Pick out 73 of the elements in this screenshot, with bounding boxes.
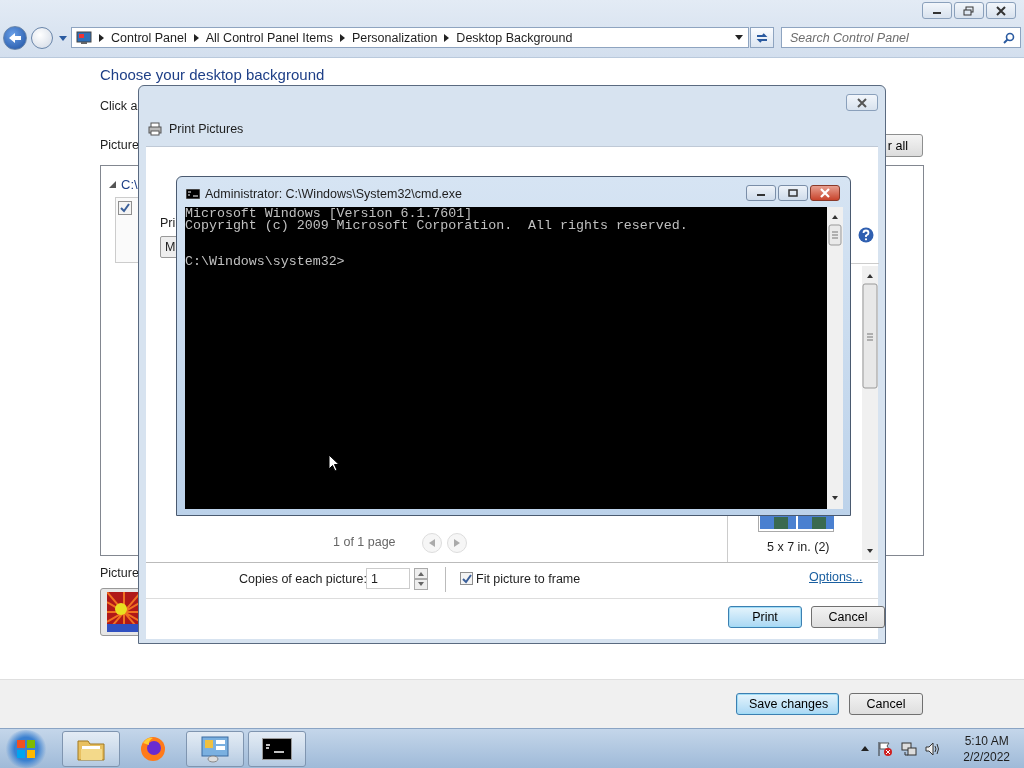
breadcrumb-item[interactable]: Control Panel bbox=[111, 30, 187, 45]
scroll-bar[interactable] bbox=[862, 266, 878, 560]
cancel-button[interactable]: Cancel bbox=[849, 693, 923, 715]
console-output[interactable]: Microsoft Windows [Version 6.1.7601] Copyright (c) 2009 Microsoft Corporation. All rights reserved. C:\Windows\system32> bbox=[185, 207, 827, 509]
folder-taskbar-button[interactable] bbox=[62, 730, 120, 767]
printer-label: Pri bbox=[160, 216, 176, 230]
cancel-button[interactable]: Cancel bbox=[811, 606, 885, 628]
console-title: Administrator: C:\Windows\System32\cmd.exe bbox=[205, 187, 463, 201]
minimize-button[interactable] bbox=[746, 185, 776, 201]
network-icon[interactable] bbox=[901, 740, 918, 757]
position-label: Picture bbox=[100, 566, 139, 580]
restore-button[interactable] bbox=[954, 2, 984, 19]
breadcrumb-item[interactable]: Desktop Background bbox=[456, 30, 573, 45]
dropdown-arrow-icon[interactable] bbox=[735, 35, 743, 40]
options-link[interactable]: Options... bbox=[809, 570, 863, 584]
monitor-icon bbox=[76, 30, 92, 45]
checkbox-label: Fit picture to frame bbox=[476, 572, 581, 586]
breadcrumb-item[interactable]: All Control Panel Items bbox=[205, 30, 333, 45]
page-heading: Choose your desktop background bbox=[100, 66, 325, 83]
maximize-button[interactable] bbox=[778, 185, 808, 201]
layout-label: 5 x 7 in. (2) bbox=[767, 540, 830, 554]
close-icon bbox=[995, 5, 1007, 16]
triangle-left-icon bbox=[429, 539, 435, 547]
page-count: 1 of 1 page bbox=[333, 535, 396, 549]
location-label: Picture bbox=[100, 138, 139, 152]
close-button[interactable] bbox=[986, 2, 1016, 19]
chevron-right-icon bbox=[444, 33, 450, 42]
thumbnail-checkbox[interactable] bbox=[118, 201, 132, 215]
console-taskbar-button[interactable] bbox=[248, 730, 306, 767]
clock-date: 2/2/2022 bbox=[963, 748, 1010, 765]
save-button[interactable]: Save changes bbox=[736, 693, 839, 715]
console-line: Microsoft Windows [Version 6.1.7601] bbox=[185, 208, 473, 220]
help-icon[interactable] bbox=[858, 227, 874, 243]
flag-icon[interactable] bbox=[877, 740, 894, 757]
fit-checkbox[interactable] bbox=[460, 572, 473, 585]
maximize-icon bbox=[787, 188, 799, 198]
chevron-right-icon bbox=[339, 33, 345, 42]
search-icon bbox=[1003, 32, 1015, 44]
console-line: Copyright (c) 2009 Microsoft Corporation. All rights reserved. bbox=[185, 220, 688, 232]
dialog-title: Print Pictures bbox=[169, 122, 244, 136]
search-field[interactable]: Search Control Panel bbox=[781, 27, 1021, 48]
chevron-right-icon bbox=[193, 33, 199, 42]
copies-label: Copies of each picture: bbox=[239, 572, 367, 586]
back-arrow-icon bbox=[8, 32, 22, 44]
address-bar[interactable]: Control Panel All Control Panel Items Personalization Desktop Background bbox=[71, 27, 749, 48]
chevron-right-icon bbox=[99, 33, 104, 42]
mouse-cursor-icon bbox=[328, 454, 340, 472]
console-icon bbox=[186, 189, 200, 199]
scroll-bar[interactable] bbox=[827, 207, 843, 509]
windows-logo-icon bbox=[16, 738, 36, 759]
triangle-right-icon bbox=[454, 539, 460, 547]
printer-icon bbox=[148, 122, 162, 136]
console-prompt: C:\Windows\system32> bbox=[185, 256, 345, 268]
control-panel-icon bbox=[200, 734, 230, 763]
instruction-text: Click a bbox=[100, 99, 138, 113]
console-icon bbox=[262, 737, 292, 760]
close-icon bbox=[856, 97, 868, 108]
refresh-icon bbox=[755, 31, 769, 44]
close-icon bbox=[819, 188, 831, 198]
group-header[interactable]: C:\ bbox=[121, 177, 138, 192]
show-hidden-icons-icon[interactable] bbox=[861, 746, 870, 751]
restore-icon bbox=[963, 5, 975, 16]
clock[interactable]: 5:10 AM 2/2/2022 bbox=[963, 732, 1010, 765]
close-button[interactable] bbox=[846, 94, 878, 111]
browser-icon bbox=[139, 734, 167, 763]
collapse-triangle-icon[interactable] bbox=[109, 181, 116, 188]
refresh-button[interactable] bbox=[750, 27, 774, 48]
breadcrumb-item[interactable]: Personalization bbox=[351, 30, 438, 45]
minimize-button[interactable] bbox=[922, 2, 952, 19]
close-button[interactable] bbox=[810, 185, 840, 201]
speaker-icon[interactable] bbox=[925, 740, 942, 757]
clock-time: 5:10 AM bbox=[964, 732, 1009, 749]
print-button[interactable]: Print bbox=[728, 606, 802, 628]
